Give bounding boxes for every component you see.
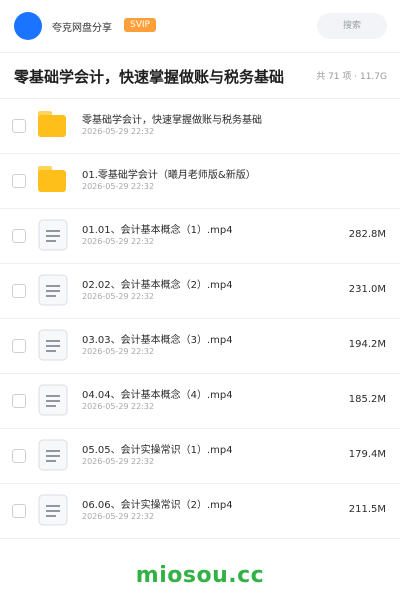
folder-icon	[38, 164, 68, 196]
watermark: miosou.cc	[135, 563, 265, 588]
select-checkbox[interactable]	[12, 119, 26, 133]
file-row[interactable]: 05.05、会计实操常识（1）.mp4 2026-05-29 22:32 179…	[0, 429, 400, 484]
file-size: 282.8M	[348, 229, 386, 240]
video-file-icon	[38, 274, 68, 306]
avatar[interactable]	[14, 12, 42, 40]
file-row[interactable]: 06.06、会计实操常识（2）.mp4 2026-05-29 22:32 211…	[0, 484, 400, 539]
file-name: 04.04、会计基本概念（4）.mp4	[82, 390, 233, 401]
select-checkbox[interactable]	[12, 339, 26, 353]
file-name: 06.06、会计实操常识（2）.mp4	[82, 500, 233, 511]
file-date: 2026-05-29 22:32	[82, 457, 155, 466]
file-size: 185.2M	[348, 394, 386, 405]
select-checkbox[interactable]	[12, 504, 26, 518]
file-name: 01.01、会计基本概念（1）.mp4	[82, 225, 233, 236]
file-name: 01.零基础学会计（曦月老师版&新版）	[82, 170, 256, 181]
select-checkbox[interactable]	[12, 449, 26, 463]
select-checkbox[interactable]	[12, 174, 26, 188]
file-name: 05.05、会计实操常识（1）.mp4	[82, 445, 233, 456]
file-date: 2026-05-29 22:32	[82, 292, 155, 301]
folder-title-row: 零基础学会计，快速掌握做账与税务基础 共 71 项 · 11.7G	[0, 52, 400, 99]
file-row[interactable]: 03.03、会计基本概念（3）.mp4 2026-05-29 22:32 194…	[0, 319, 400, 374]
file-name: 零基础学会计，快速掌握做账与税务基础	[82, 115, 262, 126]
folder-icon	[38, 109, 68, 141]
file-date: 2026-05-29 22:32	[82, 127, 155, 136]
file-name: 03.03、会计基本概念（3）.mp4	[82, 335, 233, 346]
top-bar: 夸克网盘分享 SVIP 搜索	[0, 0, 400, 53]
file-row[interactable]: 04.04、会计基本概念（4）.mp4 2026-05-29 22:32 185…	[0, 374, 400, 429]
app-name: 夸克网盘分享	[52, 23, 112, 34]
select-checkbox[interactable]	[12, 229, 26, 243]
file-date: 2026-05-29 22:32	[82, 347, 155, 356]
file-size: 211.5M	[348, 504, 386, 515]
file-name: 02.02、会计基本概念（2）.mp4	[82, 280, 233, 291]
search-input[interactable]: 搜索	[317, 13, 387, 39]
video-file-icon	[38, 329, 68, 361]
file-row[interactable]: 零基础学会计，快速掌握做账与税务基础 2026-05-29 22:32	[0, 99, 400, 154]
video-file-icon	[38, 219, 68, 251]
select-checkbox[interactable]	[12, 284, 26, 298]
video-file-icon	[38, 384, 68, 416]
file-date: 2026-05-29 22:32	[82, 237, 155, 246]
video-file-icon	[38, 439, 68, 471]
folder-meta: 共 71 项 · 11.7G	[316, 72, 387, 82]
file-date: 2026-05-29 22:32	[82, 512, 155, 521]
file-size: 179.4M	[348, 449, 386, 460]
file-row[interactable]: 01.零基础学会计（曦月老师版&新版） 2026-05-29 22:32	[0, 154, 400, 209]
file-date: 2026-05-29 22:32	[82, 182, 155, 191]
file-size: 194.2M	[348, 339, 386, 350]
select-checkbox[interactable]	[12, 394, 26, 408]
file-date: 2026-05-29 22:32	[82, 402, 155, 411]
svip-badge: SVIP	[124, 18, 156, 32]
file-row[interactable]: 02.02、会计基本概念（2）.mp4 2026-05-29 22:32 231…	[0, 264, 400, 319]
file-list: 零基础学会计，快速掌握做账与税务基础 2026-05-29 22:32 01.零…	[0, 99, 400, 539]
file-size: 231.0M	[348, 284, 386, 295]
video-file-icon	[38, 494, 68, 526]
page-title: 零基础学会计，快速掌握做账与税务基础	[14, 68, 285, 86]
file-row[interactable]: 01.01、会计基本概念（1）.mp4 2026-05-29 22:32 282…	[0, 209, 400, 264]
